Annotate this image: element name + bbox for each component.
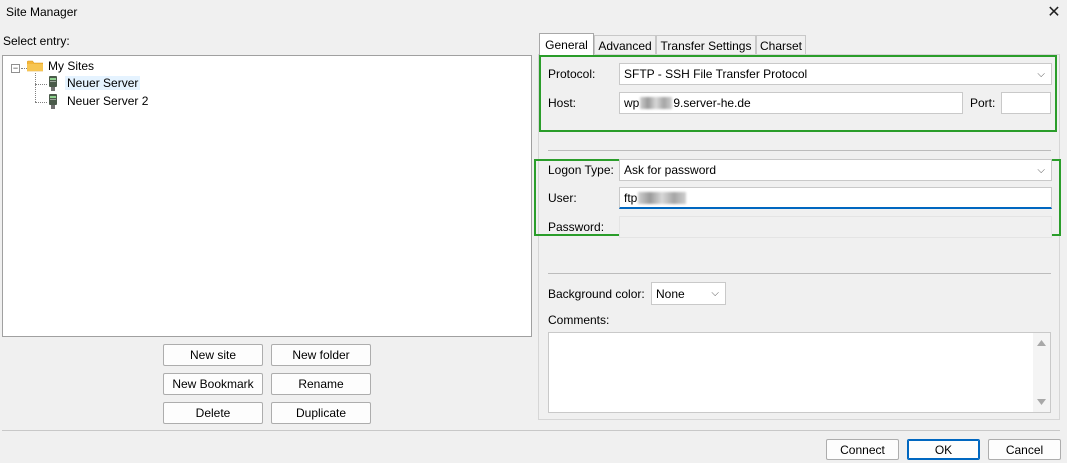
server-icon [49, 94, 57, 109]
protocol-label: Protocol: [548, 67, 596, 81]
port-input[interactable] [1001, 92, 1051, 114]
chevron-down-icon: ⌵ [1037, 68, 1045, 80]
tab-transfer-settings[interactable]: Transfer Settings [656, 35, 756, 55]
comments-textarea[interactable] [548, 332, 1051, 413]
user-input[interactable]: ftp [619, 187, 1052, 209]
password-label: Password: [548, 220, 605, 234]
comments-scrollbar[interactable] [1033, 333, 1050, 412]
new-folder-button[interactable]: New folder [271, 344, 371, 366]
redacted-mark [638, 191, 687, 204]
tree-connector [35, 73, 36, 102]
background-color-value: None [656, 286, 685, 301]
duplicate-button[interactable]: Duplicate [271, 402, 371, 424]
host-input[interactable]: wp 9.server-he.de [619, 92, 963, 114]
connect-button[interactable]: Connect [826, 439, 899, 460]
footer-separator [2, 430, 1060, 431]
tab-charset[interactable]: Charset [756, 35, 806, 55]
password-input [619, 216, 1052, 238]
tab-advanced[interactable]: Advanced [594, 35, 656, 55]
window-title: Site Manager [6, 5, 78, 19]
select-entry-label: Select entry: [3, 34, 70, 48]
logon-type-value: Ask for password [624, 163, 717, 177]
separator [548, 273, 1051, 274]
separator [548, 150, 1051, 151]
port-label: Port: [970, 96, 996, 110]
tree-item-neuer-server-2[interactable]: Neuer Server 2 [67, 94, 148, 108]
tab-general[interactable]: General [539, 33, 594, 55]
site-tree[interactable]: − My Sites Neuer Server Neuer Server 2 [2, 55, 532, 337]
ok-button[interactable]: OK [907, 439, 980, 460]
host-suffix: 9.server-he.de [673, 96, 751, 110]
chevron-down-icon: ⌵ [1037, 164, 1045, 176]
protocol-select[interactable]: SFTP - SSH File Transfer Protocol ⌵ [619, 63, 1052, 85]
tree-expander-icon[interactable]: − [11, 64, 20, 73]
tree-connector [35, 84, 47, 85]
tree-item-neuer-server[interactable]: Neuer Server [65, 76, 141, 90]
cancel-button[interactable]: Cancel [988, 439, 1061, 460]
host-label: Host: [548, 96, 577, 110]
background-color-select[interactable]: None ⌵ [651, 282, 726, 305]
logon-type-label: Logon Type: [548, 163, 614, 177]
scroll-up-icon[interactable] [1037, 340, 1046, 347]
new-site-button[interactable]: New site [163, 344, 263, 366]
title-bar [0, 0, 1067, 28]
tree-connector [35, 102, 47, 103]
close-button[interactable]: ✕ [1044, 2, 1064, 22]
rename-button[interactable]: Rename [271, 373, 371, 395]
new-bookmark-button[interactable]: New Bookmark [163, 373, 263, 395]
delete-button[interactable]: Delete [163, 402, 263, 424]
redacted-mark [640, 97, 673, 109]
scroll-down-icon[interactable] [1037, 399, 1046, 406]
host-prefix: wp [624, 96, 640, 110]
user-label: User: [548, 191, 577, 205]
folder-icon [27, 60, 43, 72]
user-prefix: ftp [624, 190, 638, 205]
background-color-label: Background color: [548, 287, 645, 301]
protocol-value: SFTP - SSH File Transfer Protocol [624, 67, 808, 81]
logon-type-select[interactable]: Ask for password ⌵ [619, 159, 1052, 181]
chevron-down-icon: ⌵ [711, 288, 719, 299]
server-icon [49, 76, 57, 91]
tree-item-my-sites[interactable]: My Sites [48, 59, 94, 73]
comments-label: Comments: [548, 313, 610, 327]
close-icon: ✕ [1047, 4, 1061, 21]
